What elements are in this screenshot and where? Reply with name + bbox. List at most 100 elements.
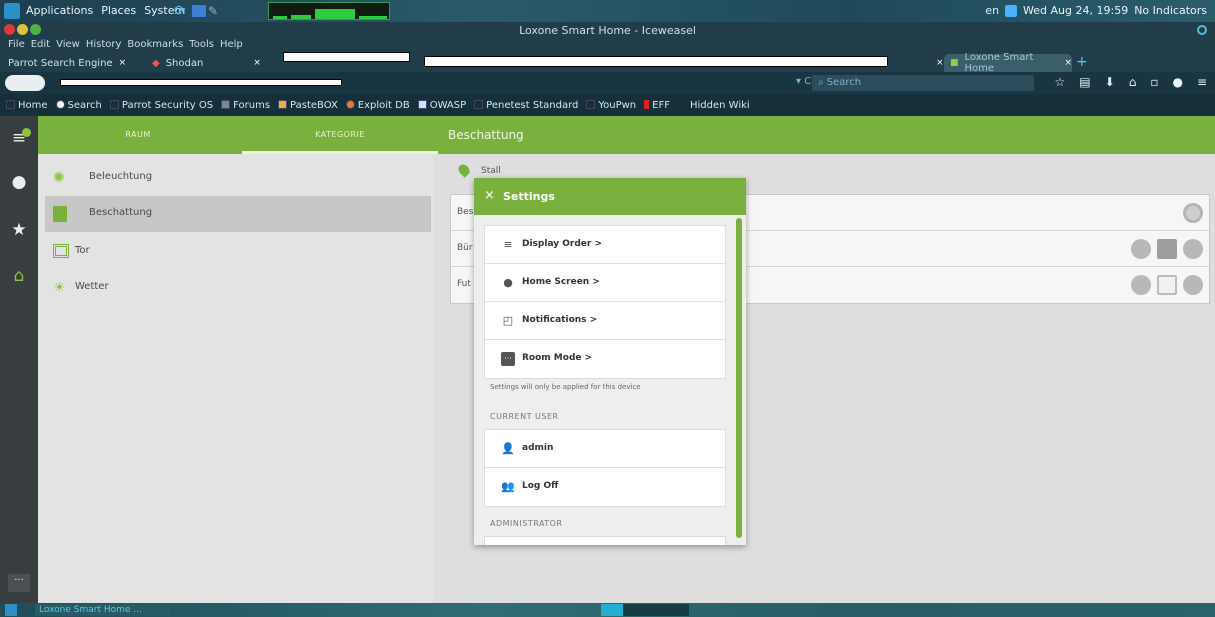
log-off-button[interactable]: 👥 Log Off [485, 468, 725, 506]
log-off-label: Log Off [522, 481, 559, 491]
menu-bookmarks[interactable]: Bookmarks [127, 38, 183, 52]
device-label: Bes [457, 207, 474, 217]
bookmark-star-icon[interactable]: ☆ [1055, 75, 1066, 89]
setting-label: Home Screen > [522, 277, 600, 287]
window-menu-icon[interactable] [1197, 25, 1207, 35]
down-arrow-icon[interactable] [1131, 239, 1151, 259]
redacted-tab-title [283, 52, 410, 62]
close-icon[interactable]: × [484, 188, 495, 204]
setting-room-mode[interactable]: ··· Room Mode > [485, 340, 725, 378]
close-icon[interactable]: × [1064, 58, 1072, 68]
reading-list-icon[interactable]: ▤ [1079, 75, 1090, 89]
dialog-scrollbar[interactable] [736, 218, 742, 538]
taskbar-window-loxone[interactable]: Loxone Smart Home ... [35, 604, 170, 616]
bookmark-owasp[interactable]: OWASP [417, 99, 467, 111]
bookmark-eff[interactable]: EFF [644, 99, 670, 111]
tab-shodan[interactable]: ◆ Shodan × [146, 54, 274, 72]
category-beschattung[interactable]: Beschattung [45, 196, 431, 232]
menu-tools[interactable]: Tools [189, 38, 214, 52]
workspace-1[interactable] [601, 604, 623, 616]
panel-indicators[interactable]: No Indicators [1134, 4, 1207, 17]
bookmark-exploitdb[interactable]: Exploit DB [345, 99, 410, 111]
home-icon[interactable]: ⌂ [9, 266, 29, 286]
panel-clock[interactable]: Wed Aug 24, 19:59 [1023, 4, 1128, 17]
search-icon: ⌕ [818, 77, 827, 88]
setting-display-order[interactable]: ≡ Display Order > [485, 226, 725, 264]
device-label: Bür [457, 243, 473, 253]
tab-kategorie[interactable]: KATEGORIE [242, 116, 438, 154]
workspace-2[interactable] [623, 604, 689, 616]
bookmark-label: EFF [652, 99, 670, 111]
bookmark-label: OWASP [429, 99, 467, 111]
up-arrow-icon[interactable] [1183, 275, 1203, 295]
search-input[interactable]: ⌕ Search [812, 75, 1034, 91]
panel-menu-places[interactable]: Places [101, 4, 136, 17]
launcher-edit-icon[interactable]: ✎ [208, 4, 222, 18]
menu-history[interactable]: History [86, 38, 122, 52]
bottom-taskbar: Loxone Smart Home ... [0, 603, 1215, 617]
bookmark-home[interactable]: Home [6, 99, 48, 111]
favorites-star-icon[interactable]: ★ [9, 220, 29, 240]
distro-logo-icon[interactable] [4, 3, 20, 19]
bookmark-forums[interactable]: Forums [221, 99, 271, 111]
menu-edit[interactable]: Edit [31, 38, 50, 52]
profile-icon[interactable]: ● [1172, 75, 1182, 89]
reload-button[interactable]: ▾ C [796, 76, 811, 87]
owasp-icon [417, 99, 427, 109]
user-icon: 👤 [501, 442, 515, 455]
category-tor[interactable]: Tor [45, 234, 431, 270]
close-icon[interactable]: × [119, 58, 127, 68]
current-user-header: CURRENT USER [490, 412, 559, 421]
menu-help[interactable]: Help [220, 38, 243, 52]
refresh-launcher-icon[interactable]: ⟳ [174, 3, 190, 19]
current-user-row[interactable]: 👤 admin [485, 430, 725, 468]
redacted-url[interactable] [60, 79, 342, 86]
home-icon[interactable]: ⌂ [1129, 75, 1137, 89]
addon-icon[interactable]: ▫ [1150, 75, 1158, 89]
download-icon[interactable]: ⬇ [1105, 75, 1115, 89]
folder-icon [474, 99, 484, 109]
sort-icon: ≡ [503, 238, 513, 251]
bookmark-penetest[interactable]: Penetest Standard [474, 99, 578, 111]
category-beleuchtung[interactable]: ✺ Beleuchtung [45, 160, 431, 196]
menu-view[interactable]: View [56, 38, 80, 52]
bookmark-label: Exploit DB [357, 99, 410, 111]
launcher-app-icon[interactable] [192, 5, 206, 17]
keyboard-layout[interactable]: en [985, 4, 999, 17]
weather-icon: ☀ [53, 280, 66, 296]
tab-label: Loxone Smart Home [964, 52, 1034, 74]
close-icon[interactable]: × [936, 58, 944, 68]
bookmark-hidden-wiki[interactable]: Hidden Wiki [678, 100, 750, 111]
category-label: Beschattung [89, 207, 153, 218]
record-button-icon[interactable] [1183, 203, 1203, 223]
setting-notifications[interactable]: ◰ Notifications > [485, 302, 725, 340]
network-icon[interactable] [1005, 4, 1018, 17]
blind-icon [53, 206, 67, 222]
bookmark-label: Forums [233, 99, 271, 111]
gnome-top-panel: Applications Places System ⟳ ✎ en Wed Au… [0, 0, 1215, 22]
bookmark-label: Parrot Security OS [121, 99, 214, 111]
tab-hidden[interactable]: × [930, 54, 944, 72]
location-pin-icon[interactable]: ● [9, 172, 29, 192]
category-wetter[interactable]: ☀ Wetter [45, 270, 431, 306]
more-options-button[interactable]: ··· [8, 574, 30, 592]
tab-loxone[interactable]: ■ Loxone Smart Home × [944, 52, 1072, 74]
menu-file[interactable]: File [8, 38, 25, 52]
tab-parrot-search[interactable]: Parrot Search Engine × [2, 54, 140, 72]
close-icon[interactable]: × [253, 58, 261, 68]
bookmark-pastebox[interactable]: PasteBOX [278, 99, 338, 111]
setting-home-screen[interactable]: ● Home Screen > [485, 264, 725, 302]
show-desktop-icon[interactable] [5, 604, 17, 616]
back-button[interactable] [5, 75, 45, 91]
bookmark-youpwn[interactable]: YouPwn [586, 99, 636, 111]
bookmark-parrot[interactable]: Parrot Security OS [109, 99, 214, 111]
hamburger-menu-icon[interactable]: ≡ [1197, 75, 1207, 89]
up-arrow-icon[interactable] [1183, 239, 1203, 259]
down-arrow-icon[interactable] [1131, 275, 1151, 295]
panel-menu-applications[interactable]: Applications [26, 4, 93, 17]
notification-badge [22, 128, 31, 137]
tab-raum[interactable]: RAUM [38, 116, 238, 154]
new-tab-button[interactable]: + [1076, 52, 1088, 72]
sun-icon: ✺ [53, 170, 65, 186]
bookmark-search[interactable]: Search [55, 99, 102, 111]
